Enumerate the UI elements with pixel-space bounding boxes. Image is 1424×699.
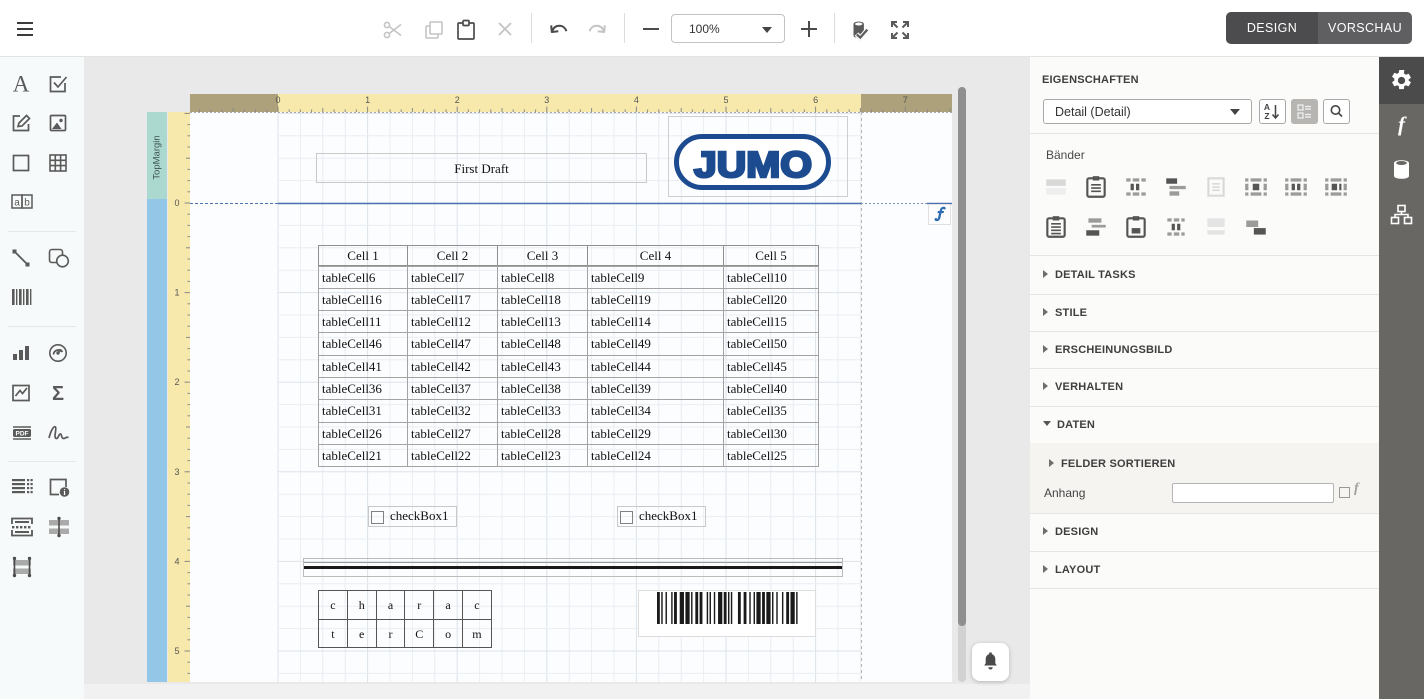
svg-text:5: 5 — [174, 646, 179, 656]
svg-text:2: 2 — [174, 377, 179, 387]
svg-text:6: 6 — [813, 95, 818, 105]
svg-text:3: 3 — [174, 467, 179, 477]
svg-text:1: 1 — [174, 288, 179, 298]
svg-text:PDF: PDF — [16, 431, 29, 438]
svg-text:7: 7 — [903, 95, 908, 105]
svg-text:0: 0 — [275, 95, 280, 105]
svg-text:JUMO: JUMO — [694, 144, 812, 185]
svg-text:1: 1 — [365, 95, 370, 105]
svg-text:3: 3 — [544, 95, 549, 105]
svg-text:2: 2 — [455, 95, 460, 105]
svg-text:b: b — [24, 198, 30, 209]
svg-text:5: 5 — [723, 95, 728, 105]
svg-text:A: A — [13, 72, 30, 96]
svg-text:4: 4 — [634, 95, 639, 105]
svg-text:0: 0 — [174, 198, 179, 208]
svg-text:a: a — [14, 198, 20, 209]
svg-text:Σ: Σ — [52, 383, 64, 405]
svg-text:4: 4 — [174, 556, 179, 566]
svg-text:Z: Z — [1264, 111, 1269, 121]
